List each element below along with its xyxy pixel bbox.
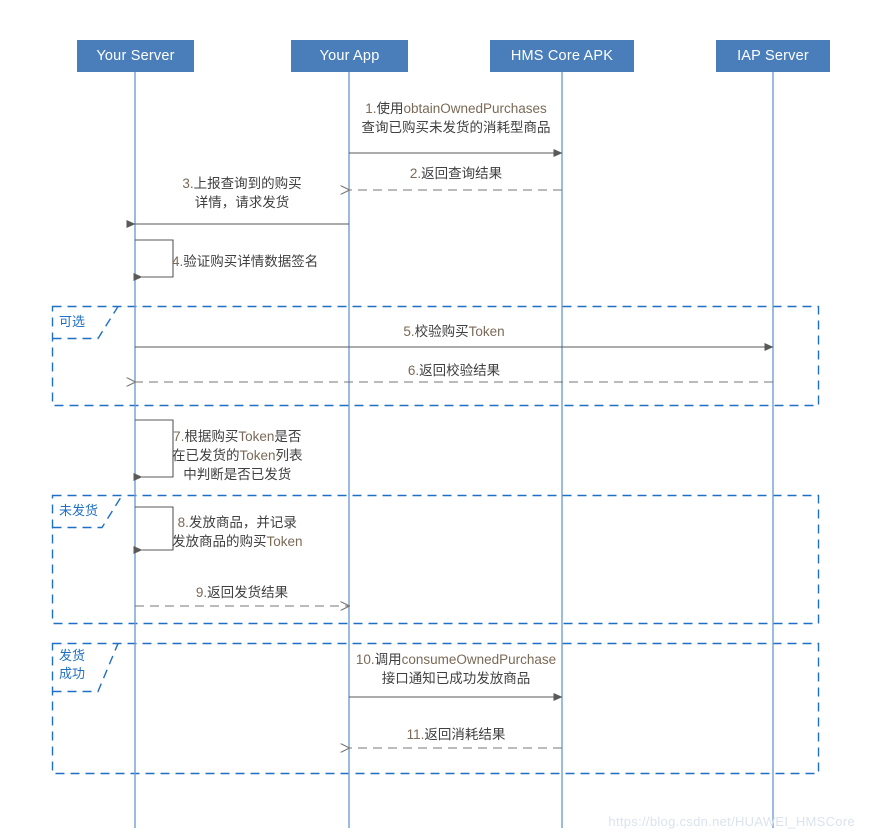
message-label-line: 10.调用consumeOwnedPurchase xyxy=(355,652,557,667)
fragment-label-optional: 可选 xyxy=(59,313,85,331)
fragment-label-not-delivered: 未发货 xyxy=(59,502,98,520)
participant-label: Your Server xyxy=(96,48,175,64)
message-label-10: 10.调用consumeOwnedPurchase 接口通知已成功发放商品 xyxy=(286,650,626,688)
self-message-7 xyxy=(133,419,174,481)
message-label-8: 8.发放商品，并记录 发放商品的购买Token xyxy=(172,513,303,551)
participant-hms: HMS Core APK xyxy=(490,40,634,72)
participant-app: Your App xyxy=(291,40,408,72)
message-label-line: 6.返回校验结果 xyxy=(407,363,501,378)
participant-label: Your App xyxy=(319,48,380,64)
participant-server: Your Server xyxy=(77,40,194,72)
message-label-line: 7.根据购买Token是否 xyxy=(173,429,302,444)
fragment-box-not-delivered xyxy=(51,494,820,625)
message-label-6: 6.返回校验结果 xyxy=(284,361,624,380)
message-label-line: 查询已购买未发货的消耗型商品 xyxy=(361,120,551,135)
message-label-3: 3.上报查询到的购买 详情，请求发货 xyxy=(72,174,412,212)
participant-iap: IAP Server xyxy=(716,40,830,72)
message-label-9: 9.返回发货结果 xyxy=(72,583,412,602)
fragment-label-line: 未发货 xyxy=(59,503,99,518)
participant-label: IAP Server xyxy=(737,48,809,64)
message-label-11: 11.返回消耗结果 xyxy=(286,725,626,744)
message-label-line: 接口通知已成功发放商品 xyxy=(381,671,531,686)
self-message-8 xyxy=(133,506,174,554)
watermark: https://blog.csdn.net/HUAWEI_HMSCore xyxy=(608,814,855,829)
message-label-line: 9.返回发货结果 xyxy=(195,585,289,600)
message-label-line: 5.校验购买Token xyxy=(403,324,505,339)
fragment-label-line: 可选 xyxy=(59,314,86,329)
message-label-7: 7.根据购买Token是否 在已发货的Token列表 中判断是否已发货 xyxy=(172,427,303,484)
self-message-4 xyxy=(133,239,174,281)
message-label-line: 1.使用obtainOwnedPurchases xyxy=(365,101,547,116)
sequence-diagram-canvas: Your Server Your App HMS Core APK IAP Serve… xyxy=(0,0,869,837)
message-label-line: 4.验证购买详情数据签名 xyxy=(172,254,319,269)
message-label-line: 详情，请求发货 xyxy=(194,195,290,210)
fragment-label-delivery-success: 发货 成功 xyxy=(59,647,85,683)
message-label-line: 发放商品的购买Token xyxy=(172,534,303,549)
message-label-line: 11.返回消耗结果 xyxy=(406,727,506,742)
message-label-line: 8.发放商品，并记录 xyxy=(177,515,297,530)
message-label-1: 1.使用obtainOwnedPurchases 查询已购买未发货的消耗型商品 xyxy=(286,99,626,137)
message-label-line: 中判断是否已发货 xyxy=(183,467,292,482)
message-label-line: 在已发货的Token列表 xyxy=(172,448,303,463)
fragment-label-line: 发货 xyxy=(59,648,86,663)
message-label-4: 4.验证购买详情数据签名 xyxy=(172,252,318,271)
participant-label: HMS Core APK xyxy=(510,48,614,64)
message-label-5: 5.校验购买Token xyxy=(284,322,624,341)
message-label-line: 3.上报查询到的购买 xyxy=(182,176,302,191)
fragment-label-line: 成功 xyxy=(59,666,86,681)
